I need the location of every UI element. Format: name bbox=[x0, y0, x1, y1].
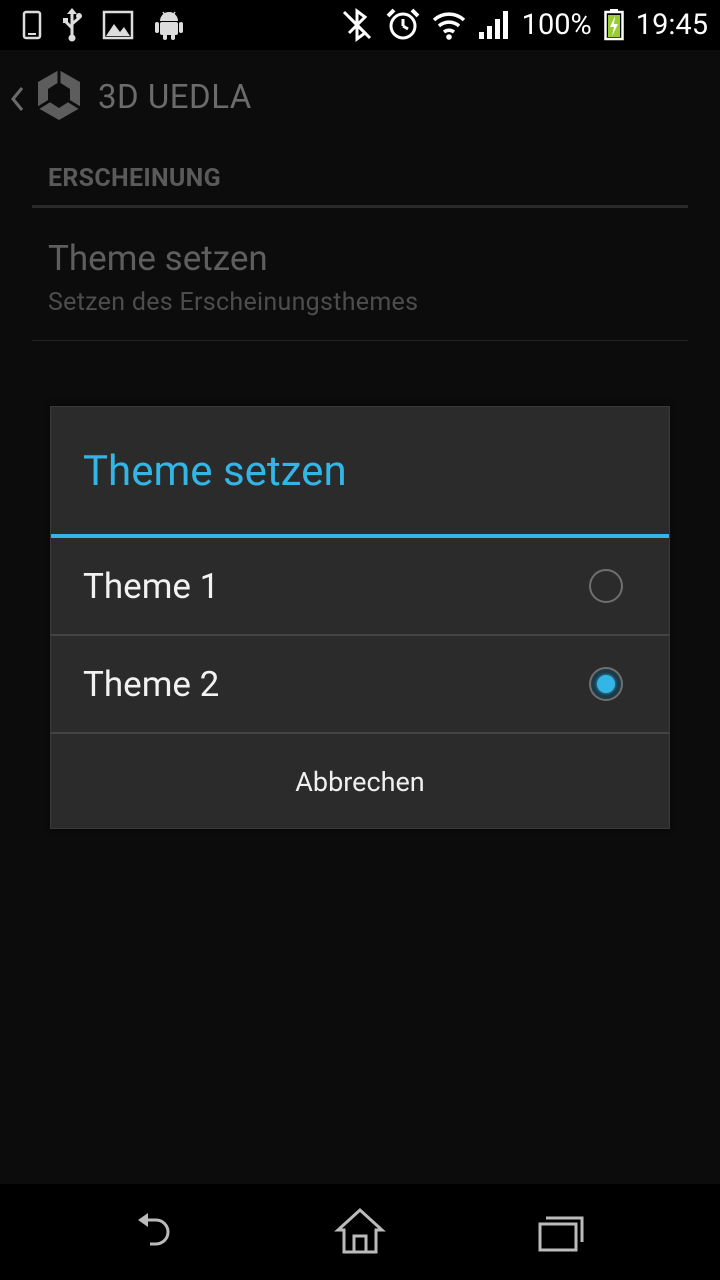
option-label: Theme 1 bbox=[83, 566, 220, 607]
option-label: Theme 2 bbox=[83, 664, 220, 705]
cancel-button[interactable]: Abbrechen bbox=[51, 734, 669, 830]
alarm-icon bbox=[386, 8, 420, 42]
usb-icon bbox=[62, 8, 82, 42]
recent-apps-icon[interactable] bbox=[530, 1206, 590, 1258]
preference-category-title: ERSCHEINUNG bbox=[48, 164, 221, 193]
dialog-title: Theme setzen bbox=[83, 447, 347, 496]
notification-icons bbox=[22, 8, 184, 42]
status-bar: 100% 19:45 bbox=[0, 0, 720, 50]
preference-summary: Setzen des Erscheinungsthemes bbox=[48, 288, 419, 317]
battery-charging-icon bbox=[604, 9, 624, 41]
option-theme-1[interactable]: Theme 1 bbox=[51, 538, 669, 635]
option-theme-2[interactable]: Theme 2 bbox=[51, 636, 669, 733]
clock: 19:45 bbox=[635, 8, 708, 42]
preference-title: Theme setzen bbox=[48, 238, 268, 279]
theme-dialog: Theme setzen Theme 1 Theme 2 Abbrechen bbox=[50, 406, 670, 829]
bluetooth-off-icon bbox=[340, 8, 374, 42]
signal-icon bbox=[478, 10, 510, 40]
item-divider bbox=[32, 340, 688, 341]
battery-percent: 100% bbox=[521, 8, 592, 42]
wifi-icon bbox=[432, 10, 466, 40]
radio-unchecked-icon[interactable] bbox=[589, 569, 623, 603]
app-title: 3D UEDLA bbox=[98, 78, 252, 117]
up-chevron-icon[interactable] bbox=[8, 84, 26, 114]
radio-checked-icon[interactable] bbox=[589, 667, 623, 701]
phone-icon bbox=[22, 10, 42, 40]
android-icon bbox=[154, 9, 184, 41]
unity-logo-icon[interactable] bbox=[36, 68, 82, 122]
home-icon[interactable] bbox=[330, 1206, 390, 1258]
radio-dot bbox=[597, 675, 615, 693]
back-icon[interactable] bbox=[130, 1206, 190, 1258]
action-bar: 3D UEDLA bbox=[0, 50, 720, 150]
system-icons: 100% 19:45 bbox=[340, 6, 708, 44]
navigation-bar bbox=[0, 1184, 720, 1280]
preference-item-theme[interactable]: Theme setzen Setzen des Erscheinungsthem… bbox=[32, 208, 688, 340]
image-icon bbox=[102, 10, 134, 40]
